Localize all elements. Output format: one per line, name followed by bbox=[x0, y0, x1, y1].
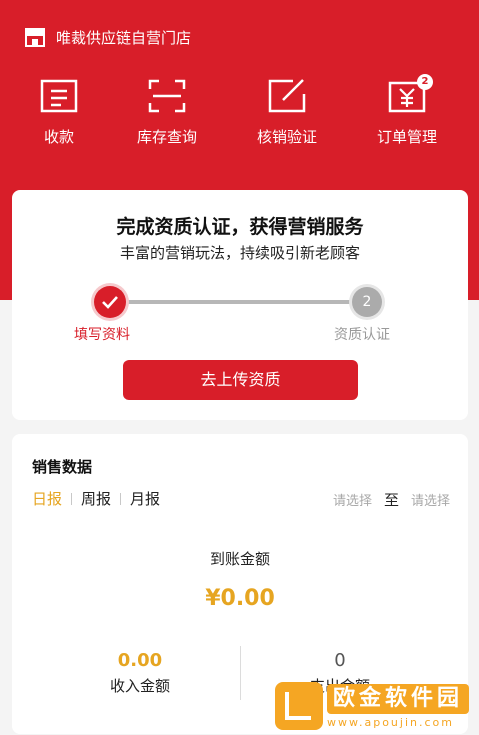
arrival-amount-value: ¥0.00 bbox=[205, 586, 275, 611]
order-count-badge: 2 bbox=[417, 74, 433, 90]
end-date-picker[interactable]: 请选择 bbox=[411, 490, 450, 509]
arrival-amount-label: 到账金额 bbox=[209, 550, 270, 568]
receipt-icon bbox=[39, 78, 79, 114]
tab-divider bbox=[71, 492, 73, 505]
step-2-number: 2 bbox=[352, 287, 382, 317]
yuan-invoice-icon: 2 bbox=[387, 74, 433, 114]
sales-data-title: 销售数据 bbox=[32, 458, 93, 476]
report-tabs: 日报 周报 月报 bbox=[32, 488, 160, 509]
certification-title: 完成资质认证，获得营销服务 bbox=[116, 216, 364, 238]
edit-icon bbox=[267, 78, 307, 114]
store-header[interactable]: 唯裁供应链自营门店 bbox=[24, 24, 191, 50]
income-label: 收入金额 bbox=[109, 677, 170, 695]
store-name: 唯裁供应链自营门店 bbox=[56, 28, 192, 47]
verify-label: 核销验证 bbox=[256, 128, 317, 146]
collect-payment-label: 收款 bbox=[43, 128, 74, 146]
scan-icon bbox=[147, 78, 187, 114]
watermark-title: 欧金软件园 bbox=[327, 683, 470, 714]
inventory-query-label: 库存查询 bbox=[136, 128, 197, 146]
watermark-logo-icon bbox=[275, 682, 323, 730]
order-management-label: 订单管理 bbox=[376, 128, 437, 146]
income-value: 0.00 bbox=[117, 650, 163, 671]
step-1-complete bbox=[94, 286, 126, 318]
order-management-button[interactable]: 2 订单管理 bbox=[352, 74, 462, 147]
watermark-text: 欧金软件园 www.apoujin.com bbox=[327, 683, 470, 729]
date-range: 请选择 至 请选择 bbox=[333, 489, 450, 510]
start-date-picker[interactable]: 请选择 bbox=[333, 490, 372, 509]
progress-line bbox=[126, 300, 366, 304]
tab-weekly[interactable]: 周报 bbox=[81, 488, 111, 509]
checkmark-icon bbox=[102, 296, 118, 309]
range-separator: 至 bbox=[383, 491, 399, 509]
certification-progress: 2 填写资料 资质认证 bbox=[12, 286, 468, 346]
tab-daily[interactable]: 日报 bbox=[32, 488, 62, 509]
upload-qualification-button[interactable]: 去上传资质 bbox=[123, 360, 358, 400]
store-icon bbox=[25, 28, 45, 47]
watermark: 欧金软件园 www.apoujin.com bbox=[275, 681, 473, 731]
step-1-label: 填写资料 bbox=[74, 327, 130, 343]
expense-value: 0 bbox=[334, 650, 346, 671]
collect-payment-button[interactable]: 收款 bbox=[4, 78, 114, 147]
watermark-url: www.apoujin.com bbox=[327, 715, 454, 729]
step-2-label: 资质认证 bbox=[334, 327, 390, 343]
tab-monthly[interactable]: 月报 bbox=[130, 488, 160, 509]
verify-button[interactable]: 核销验证 bbox=[232, 78, 342, 147]
tab-divider bbox=[120, 492, 122, 505]
certification-subtitle: 丰富的营销玩法，持续吸引新老顾客 bbox=[119, 244, 360, 262]
certification-card: 完成资质认证，获得营销服务 丰富的营销玩法，持续吸引新老顾客 2 填写资料 资质… bbox=[12, 190, 468, 420]
inventory-query-button[interactable]: 库存查询 bbox=[112, 78, 222, 147]
income-stat: 0.00 收入金额 bbox=[30, 650, 250, 696]
